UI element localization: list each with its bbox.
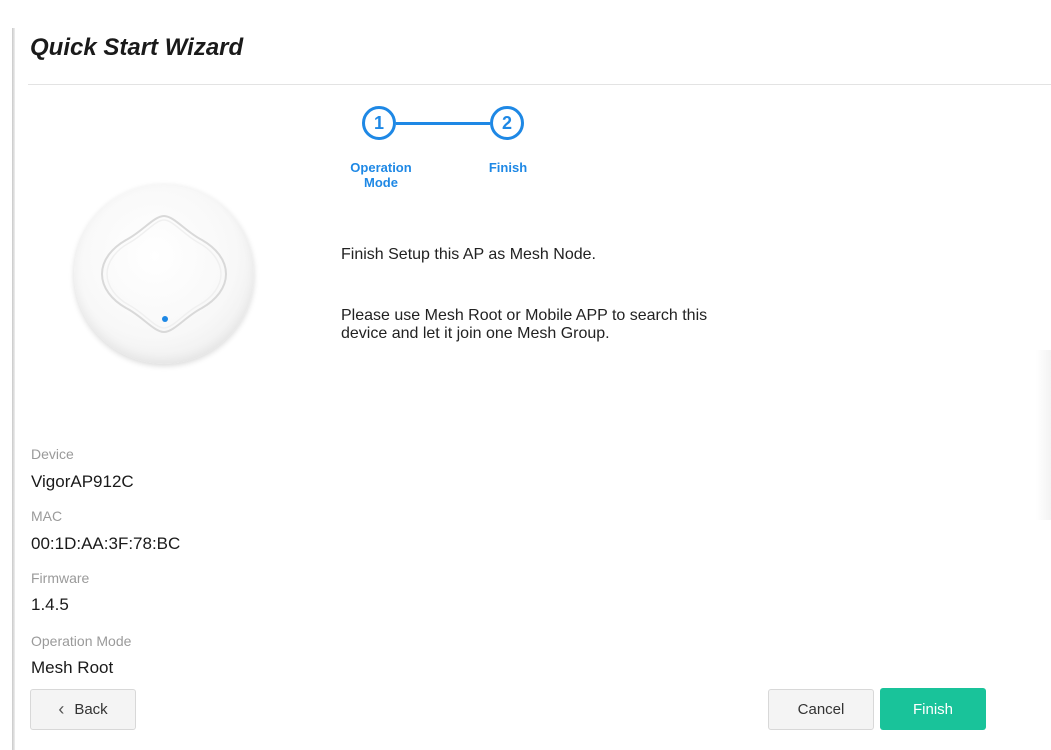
cancel-button[interactable]: Cancel xyxy=(768,689,874,730)
step-1-label-line1: Operation xyxy=(350,160,412,175)
operation-mode-value: Mesh Root xyxy=(31,658,114,677)
instruction-line-2: device and let it join one Mesh Group. xyxy=(341,325,610,342)
firmware-value: 1.4.5 xyxy=(31,595,69,614)
step-1-number: 1 xyxy=(373,112,384,133)
title-divider xyxy=(28,84,1051,85)
instruction-line-1: Please use Mesh Root or Mobile APP to se… xyxy=(341,307,708,324)
side-shadow xyxy=(1036,350,1051,520)
step-2-circle: 2 xyxy=(490,106,524,140)
device-value: VigorAP912C xyxy=(31,472,134,491)
step-1-label: Operation Mode xyxy=(336,160,426,190)
step-2-number: 2 xyxy=(501,112,512,133)
back-button[interactable]: ‹ Back xyxy=(30,689,136,730)
page-title: Quick Start Wizard xyxy=(30,34,244,61)
step-1-label-line2: Mode xyxy=(364,175,398,190)
finish-message: Finish Setup this AP as Mesh Node. xyxy=(341,246,596,263)
back-button-label: Back xyxy=(74,701,108,718)
device-label: Device xyxy=(31,446,74,462)
chevron-left-icon: ‹ xyxy=(58,699,65,719)
mac-value: 00:1D:AA:3F:78:BC xyxy=(31,534,181,553)
window-left-edge xyxy=(12,28,15,750)
operation-mode-label: Operation Mode xyxy=(31,633,132,649)
access-point-image xyxy=(74,184,254,364)
finish-button[interactable]: Finish xyxy=(880,688,986,730)
firmware-label: Firmware xyxy=(31,570,90,586)
step-2-label-line1: Finish xyxy=(488,160,528,175)
step-2-label: Finish xyxy=(472,160,544,175)
mac-label: MAC xyxy=(31,508,63,524)
step-1-circle: 1 xyxy=(362,106,396,140)
step-connector xyxy=(396,122,490,125)
instruction-message: Please use Mesh Root or Mobile APP to se… xyxy=(341,307,707,343)
access-point-icon xyxy=(100,214,228,334)
